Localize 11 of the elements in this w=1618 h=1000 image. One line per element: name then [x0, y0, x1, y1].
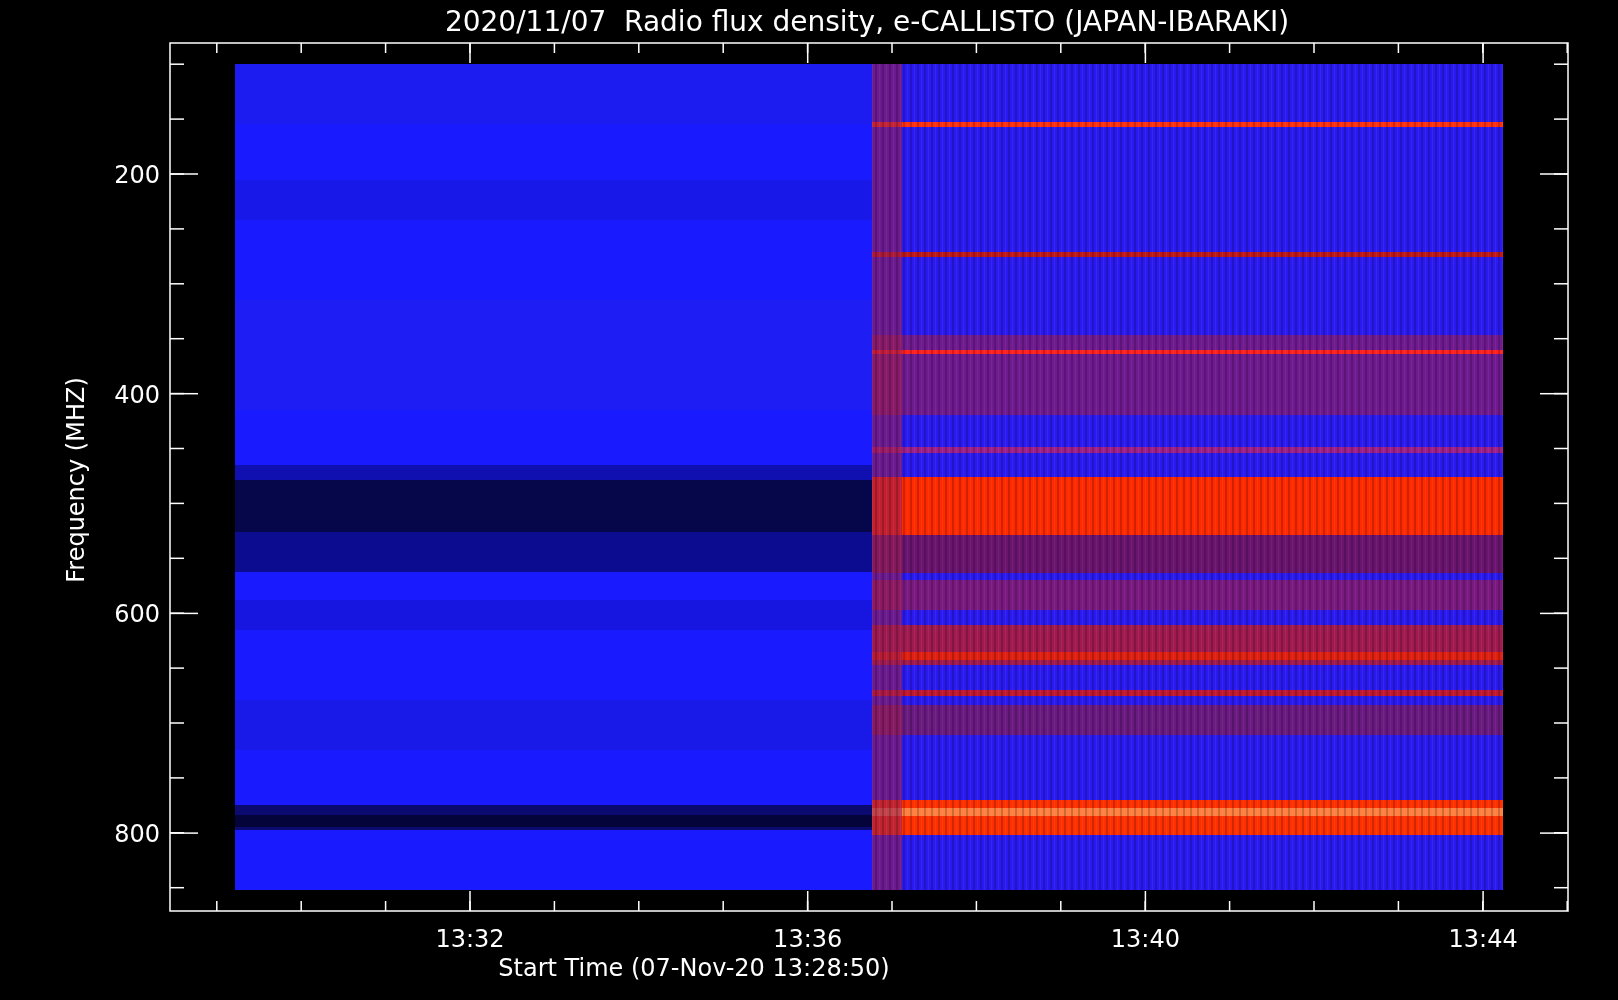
- tick-label: 200: [114, 161, 160, 189]
- tick-label: 13:36: [773, 925, 843, 953]
- x-axis-label: Start Time (07-Nov-20 13:28:50): [498, 954, 890, 982]
- tick-label: 600: [114, 600, 160, 629]
- tick-label: 800: [114, 820, 160, 849]
- y-axis-label: Frequency (MHZ): [62, 377, 90, 583]
- chart-title: 2020/11/07 Radio flux density, e-CALLISTO (JAPAN-IBARAKI): [444, 5, 1290, 38]
- tick-label: 13:44: [1448, 925, 1518, 953]
- tick-label: 13:40: [1110, 925, 1180, 953]
- tick-label: 400: [114, 380, 160, 409]
- tick-label: 13:32: [435, 925, 505, 953]
